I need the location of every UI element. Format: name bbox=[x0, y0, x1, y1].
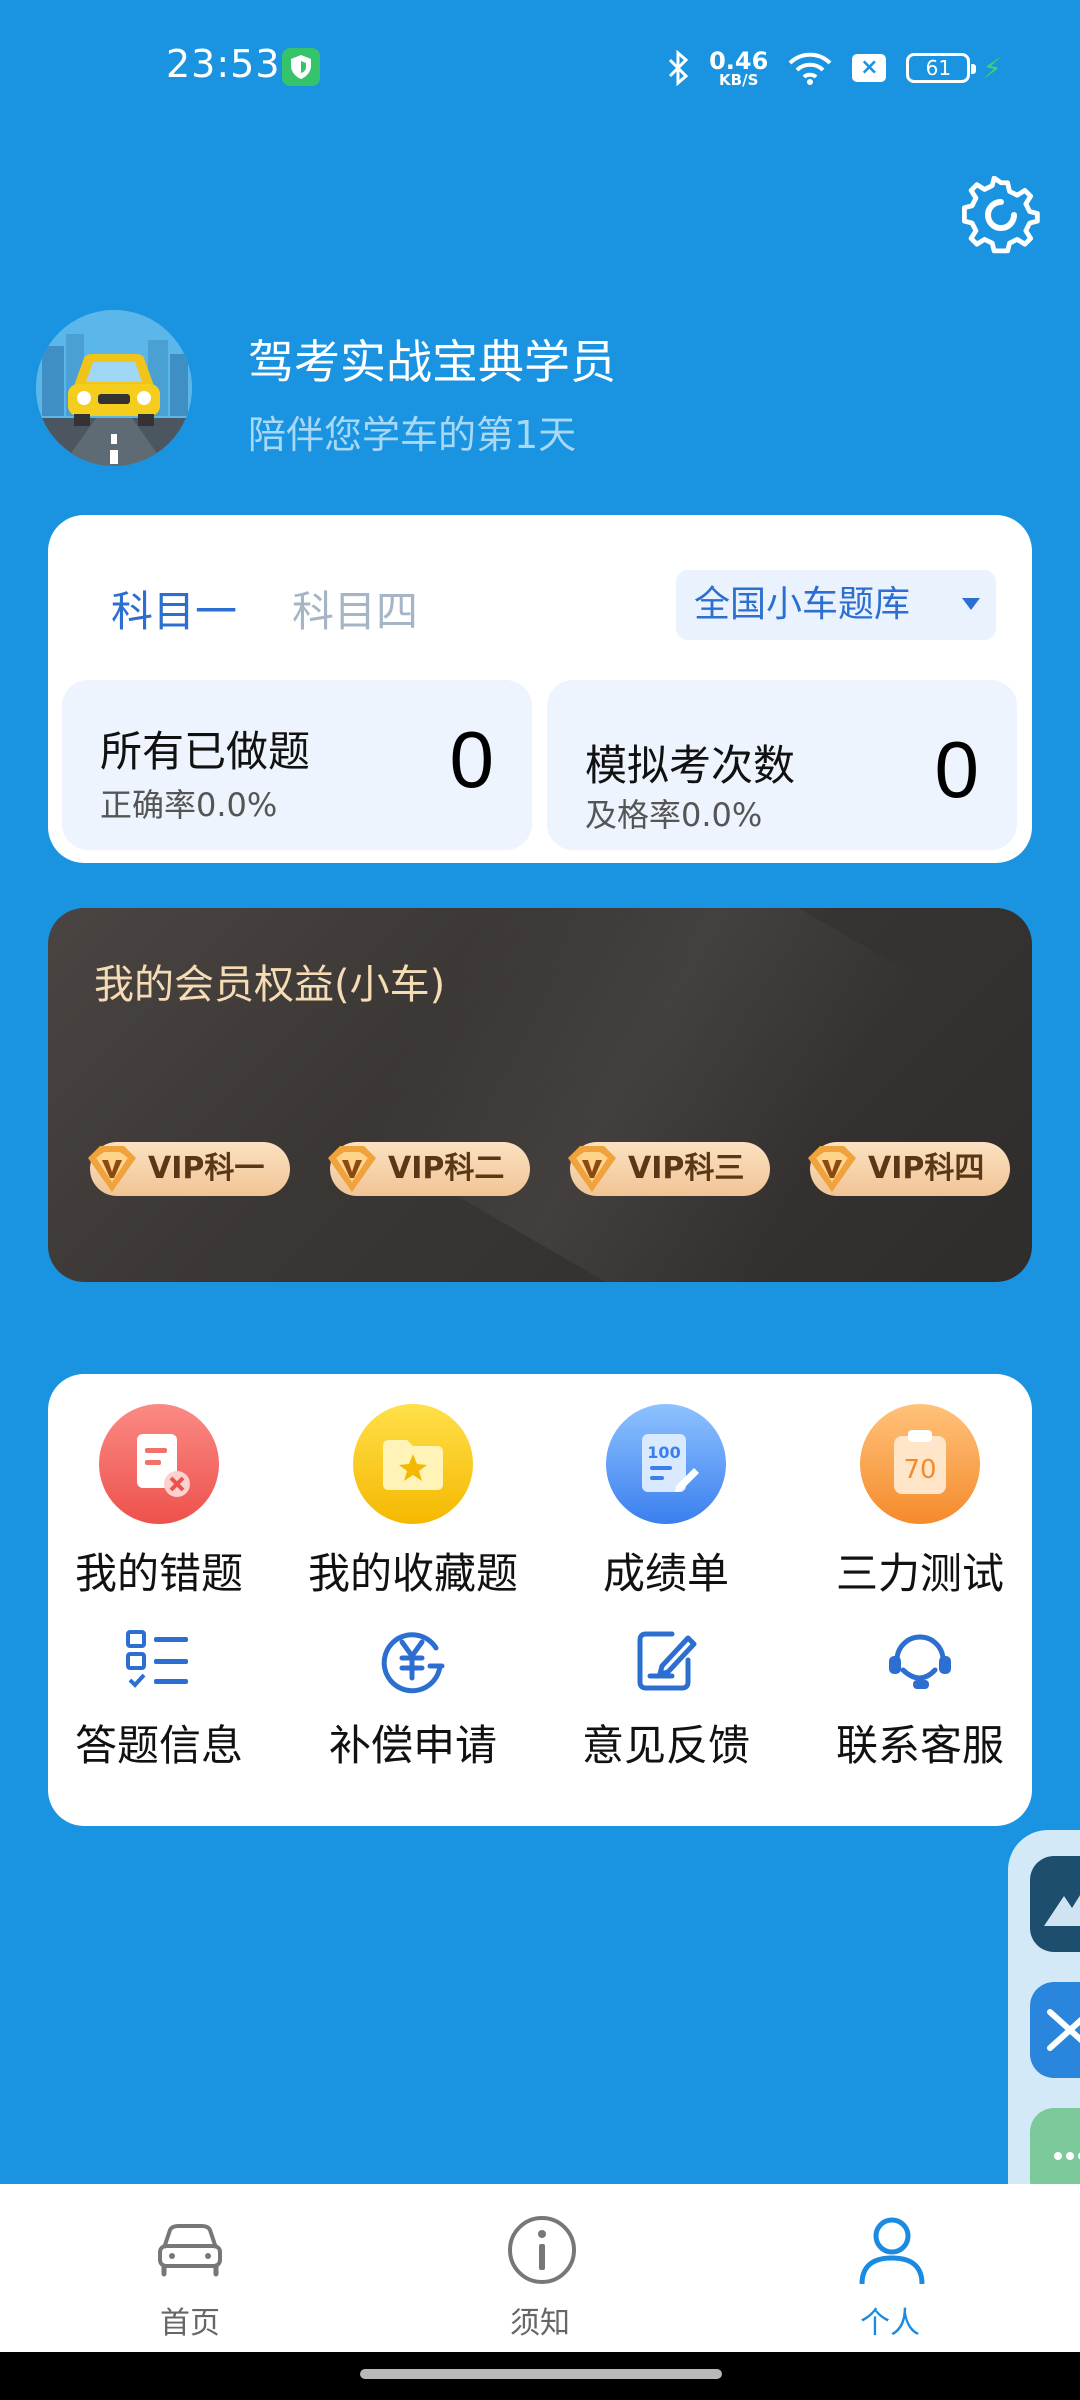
side-app-icon bbox=[1047, 2009, 1080, 2051]
answer-info-icon bbox=[126, 1630, 188, 1688]
stat-title: 所有已做题 bbox=[100, 727, 311, 776]
vip-chip-subject-three[interactable]: VIP科三 bbox=[568, 1142, 770, 1196]
svg-text:100: 100 bbox=[647, 1443, 680, 1462]
wifi-icon bbox=[788, 52, 832, 85]
vip-gem-icon bbox=[808, 1146, 856, 1192]
gear-icon bbox=[962, 175, 1040, 254]
bluetooth-icon bbox=[669, 50, 689, 86]
profile-name: 驾考实战宝典学员 bbox=[248, 335, 616, 389]
nav-label: 个人 bbox=[860, 2306, 920, 2341]
tool-label: 意见反馈 bbox=[581, 1721, 750, 1770]
favorite-folder-icon bbox=[353, 1404, 473, 1524]
car-icon bbox=[158, 2224, 222, 2277]
stat-done-questions[interactable]: 所有已做题 正确率0.0% 0 bbox=[62, 680, 532, 850]
home-gesture-bar[interactable] bbox=[360, 2369, 722, 2379]
tool-label: 补偿申请 bbox=[328, 1721, 497, 1770]
tab-subject-one[interactable]: 科目一 bbox=[111, 578, 237, 639]
status-icons: 0.46 KB/S × 61 ⚡ bbox=[667, 46, 1002, 90]
tool-label: 我的收藏题 bbox=[307, 1549, 518, 1598]
info-icon bbox=[508, 2216, 576, 2284]
feedback-icon bbox=[637, 1631, 697, 1691]
tab-subject-four[interactable]: 科目四 bbox=[292, 578, 418, 639]
vip-gem-icon bbox=[568, 1146, 616, 1192]
customer-service-icon bbox=[889, 1634, 951, 1689]
compensation-icon bbox=[381, 1632, 445, 1694]
stat-value: 0 bbox=[934, 725, 980, 814]
vip-chip-subject-one[interactable]: VIP科一 bbox=[88, 1142, 290, 1196]
person-icon bbox=[859, 2217, 925, 2285]
side-shortcut-1[interactable] bbox=[1030, 1856, 1080, 1952]
avatar[interactable] bbox=[36, 310, 192, 466]
three-ability-test-icon: 70 bbox=[860, 1404, 980, 1524]
vip-chip-subject-four[interactable]: VIP科四 bbox=[808, 1142, 1010, 1196]
tool-label: 答题信息 bbox=[74, 1721, 243, 1770]
floating-side-panel[interactable] bbox=[1008, 1830, 1080, 2226]
wrong-questions-icon bbox=[99, 1404, 219, 1524]
tool-label: 我的错题 bbox=[74, 1549, 243, 1598]
battery-icon: 61 bbox=[906, 53, 977, 83]
tool-label: 三力测试 bbox=[835, 1549, 1004, 1598]
stat-title: 模拟考次数 bbox=[585, 741, 796, 790]
stat-mock-exams[interactable]: 模拟考次数 及格率0.0% 0 bbox=[547, 680, 1017, 850]
profile-subtitle: 陪伴您学车的第1天 bbox=[248, 413, 577, 457]
question-bank-dropdown[interactable]: 全国小车题库 bbox=[676, 570, 996, 640]
nav-personal[interactable]: 个人 bbox=[790, 2184, 990, 2352]
nav-notice[interactable]: 须知 bbox=[440, 2184, 640, 2352]
nav-home[interactable]: 首页 bbox=[90, 2184, 290, 2352]
tool-label: 成绩单 bbox=[602, 1549, 729, 1598]
status-bar: 23:53 0.46 KB/S × 61 ⚡ bbox=[0, 0, 1080, 130]
settings-button[interactable] bbox=[962, 175, 1040, 254]
question-bank-label: 全国小车题库 bbox=[694, 584, 911, 625]
nav-label: 首页 bbox=[160, 2306, 220, 2341]
status-time: 23:53 bbox=[166, 42, 281, 86]
side-app-icon bbox=[1044, 1895, 1080, 1926]
side-shortcut-2[interactable] bbox=[1030, 1982, 1080, 2078]
shield-icon bbox=[282, 48, 320, 86]
vip-title: 我的会员权益(小车) bbox=[94, 962, 446, 1008]
vip-gem-icon bbox=[328, 1146, 376, 1192]
vip-gem-icon bbox=[88, 1146, 136, 1192]
score-sheet-icon: 100 bbox=[606, 1404, 726, 1524]
stat-rate: 正确率0.0% bbox=[100, 786, 278, 824]
charging-icon: ⚡ bbox=[982, 51, 1002, 85]
bottom-nav: 首页 须知 个人 bbox=[0, 2184, 1080, 2352]
car-avatar-image bbox=[36, 310, 192, 466]
tool-label: 联系客服 bbox=[835, 1721, 1004, 1770]
nav-label: 须知 bbox=[510, 2306, 570, 2341]
caret-down-icon bbox=[962, 598, 980, 610]
svg-text:70: 70 bbox=[903, 1455, 936, 1485]
stat-value: 0 bbox=[449, 715, 495, 804]
sim-x-icon: × bbox=[852, 54, 887, 82]
vip-chip-subject-two[interactable]: VIP科二 bbox=[328, 1142, 530, 1196]
net-speed: 0.46 KB/S bbox=[709, 46, 769, 89]
stat-rate: 及格率0.0% bbox=[585, 796, 763, 834]
